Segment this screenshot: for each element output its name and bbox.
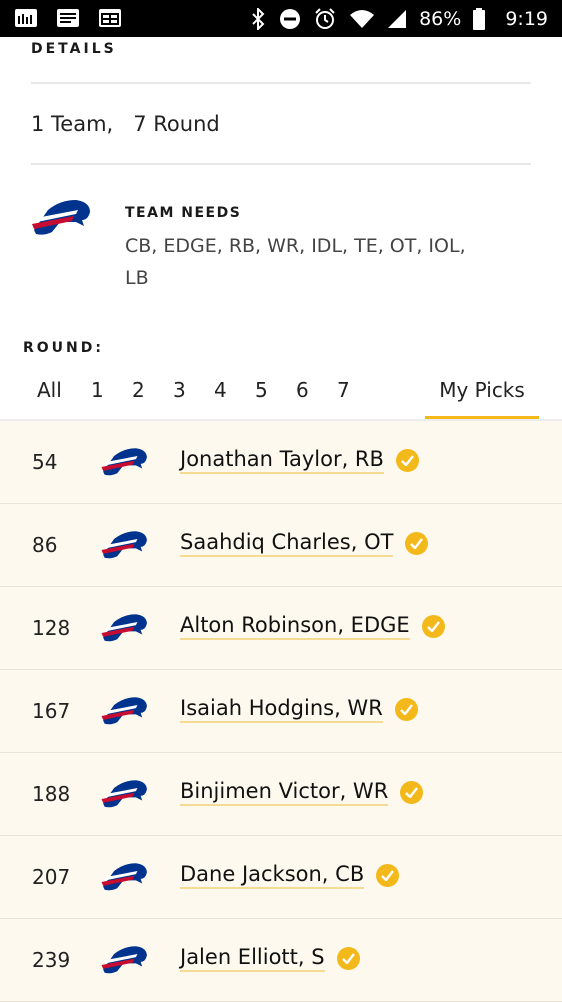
tab-round-1[interactable]: 1 <box>91 378 104 402</box>
round-tabs: All 1 2 3 4 5 6 7 My Picks <box>0 370 562 420</box>
tab-round-2[interactable]: 2 <box>132 378 145 402</box>
checkmark-icon <box>394 698 418 721</box>
battery-icon <box>473 7 486 30</box>
pick-number: 167 <box>32 699 71 723</box>
pick-number: 128 <box>32 616 71 640</box>
draft-summary: 1 Team, 7 Round <box>31 112 220 136</box>
picks-list: 54 Jonathan Taylor, RB 86 Saahdiq Charle… <box>0 421 562 1002</box>
checkmark-icon <box>405 532 429 555</box>
divider <box>31 163 531 165</box>
pick-row[interactable]: 167 Isaiah Hodgins, WR <box>0 670 562 753</box>
battery-percent: 86% <box>419 7 462 30</box>
news-app-icon <box>15 9 37 27</box>
pick-number: 86 <box>32 533 58 557</box>
details-heading: DETAILS <box>31 41 117 57</box>
round-heading: ROUND: <box>23 340 104 356</box>
pick-row[interactable]: 207 Dane Jackson, CB <box>0 836 562 919</box>
checkmark-icon <box>395 449 419 472</box>
player-name-link[interactable]: Dane Jackson, CB <box>180 862 365 889</box>
player-name-link[interactable]: Jalen Elliott, S <box>180 945 325 972</box>
team-logo-icon <box>101 448 147 476</box>
do-not-disturb-icon <box>280 8 301 29</box>
pick-number: 239 <box>32 948 71 972</box>
pick-row[interactable]: 86 Saahdiq Charles, OT <box>0 504 562 587</box>
player-name-link[interactable]: Jonathan Taylor, RB <box>180 447 384 474</box>
calendar-icon <box>99 9 121 27</box>
bluetooth-icon <box>252 7 265 30</box>
pick-row[interactable]: 54 Jonathan Taylor, RB <box>0 421 562 504</box>
alarm-icon <box>315 7 335 29</box>
team-logo-icon <box>101 863 147 891</box>
checkmark-icon <box>421 615 445 638</box>
team-logo-icon <box>32 200 90 235</box>
checkmark-icon <box>336 947 360 970</box>
tab-round-7[interactable]: 7 <box>337 378 350 402</box>
tab-all[interactable]: All <box>37 378 62 402</box>
tab-round-6[interactable]: 6 <box>296 378 309 402</box>
team-needs-heading: TEAM NEEDS <box>125 205 242 221</box>
divider <box>31 82 531 84</box>
pick-row[interactable]: 188 Binjimen Victor, WR <box>0 753 562 836</box>
tab-round-4[interactable]: 4 <box>214 378 227 402</box>
player-name-link[interactable]: Isaiah Hodgins, WR <box>180 696 383 723</box>
tab-my-picks[interactable]: My Picks <box>425 378 539 402</box>
status-bar: 86% 9:19 <box>0 0 562 37</box>
team-needs-list: CB, EDGE, RB, WR, IDL, TE, OT, IOL, LB <box>125 235 466 289</box>
player-name-link[interactable]: Alton Robinson, EDGE <box>180 613 410 640</box>
pick-number: 188 <box>32 782 71 806</box>
player-name-link[interactable]: Saahdiq Charles, OT <box>180 530 394 557</box>
pick-row[interactable]: 128 Alton Robinson, EDGE <box>0 587 562 670</box>
signal-icon <box>388 9 407 28</box>
team-logo-icon <box>101 697 147 725</box>
clock: 9:19 <box>505 7 548 30</box>
team-logo-icon <box>101 531 147 559</box>
newspaper-icon <box>57 9 79 27</box>
pick-number: 207 <box>32 865 71 889</box>
pick-number: 54 <box>32 450 58 474</box>
team-logo-icon <box>101 614 147 642</box>
team-logo-icon <box>101 780 147 808</box>
player-name-link[interactable]: Binjimen Victor, WR <box>180 779 389 806</box>
team-logo-icon <box>101 946 147 974</box>
checkmark-icon <box>376 864 400 887</box>
pick-row[interactable]: 239 Jalen Elliott, S <box>0 919 562 1002</box>
tab-round-5[interactable]: 5 <box>255 378 268 402</box>
wifi-icon <box>350 9 375 28</box>
tab-round-3[interactable]: 3 <box>173 378 186 402</box>
checkmark-icon <box>400 781 424 804</box>
